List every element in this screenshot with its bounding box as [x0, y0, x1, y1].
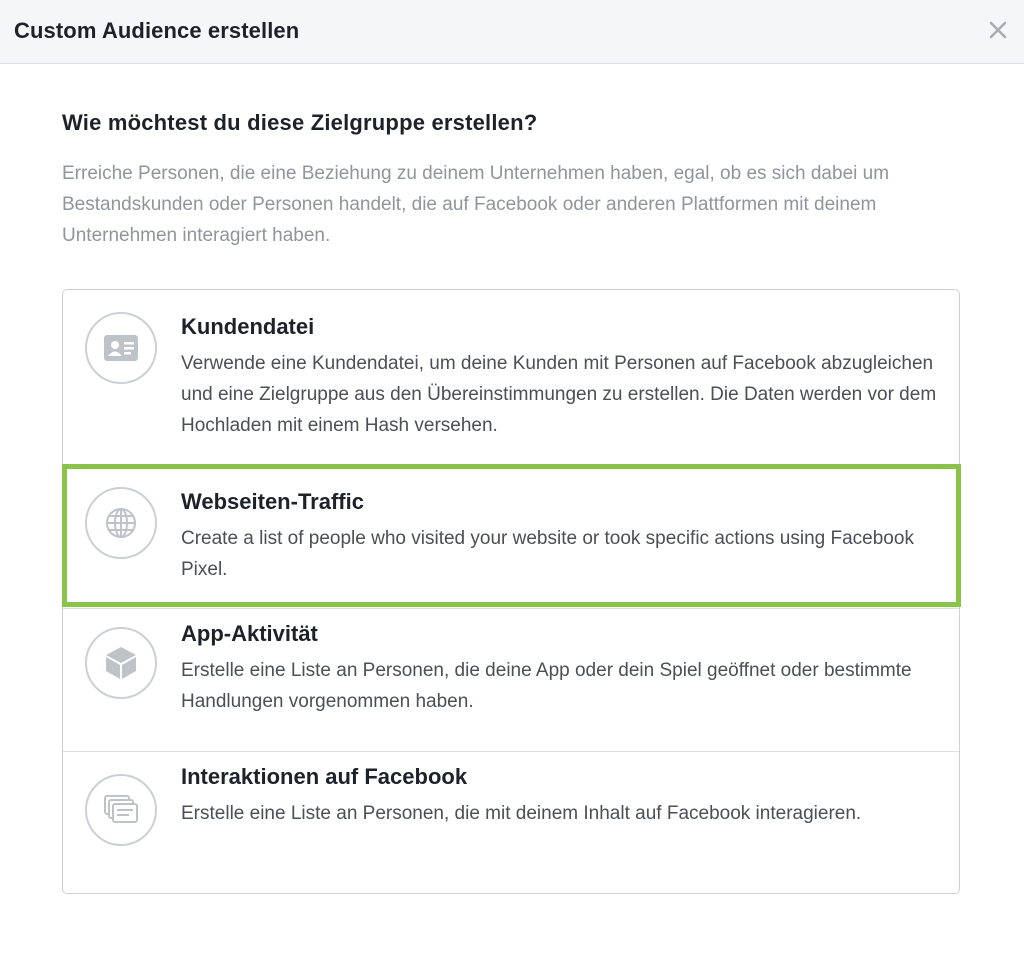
option-description: Create a list of people who visited your… [181, 528, 914, 580]
close-button[interactable] [986, 18, 1010, 42]
option-app-activity[interactable]: App-Aktivität Erstelle eine Liste an Per… [63, 609, 959, 751]
option-website-traffic[interactable]: Webseiten-Traffic Create a list of peopl… [63, 465, 959, 608]
option-title: App-Aktivität [181, 621, 318, 646]
audience-options-list: Kundendatei Verwende eine Kundendatei, u… [62, 289, 960, 894]
dialog-title: Custom Audience erstellen [14, 18, 300, 43]
globe-icon-circle [85, 487, 157, 559]
intro-description: Erreiche Personen, die eine Beziehung zu… [62, 163, 890, 246]
stacked-cards-icon-circle [85, 774, 157, 846]
option-facebook-engagement[interactable]: Interaktionen auf Facebook Erstelle eine… [63, 752, 959, 893]
close-icon [989, 21, 1007, 39]
globe-icon [106, 508, 136, 538]
question-heading: Wie möchtest du diese Zielgruppe erstell… [62, 110, 538, 135]
contact-card-icon [104, 335, 138, 361]
custom-audience-dialog: Custom Audience erstellen Wie möchtest d… [0, 0, 1024, 967]
option-description: Erstelle eine Liste an Personen, die dei… [181, 660, 912, 712]
option-description: Erstelle eine Liste an Personen, die mit… [181, 803, 862, 824]
option-title: Webseiten-Traffic [181, 489, 364, 514]
option-description: Verwende eine Kundendatei, um deine Kund… [181, 353, 937, 436]
option-customer-file[interactable]: Kundendatei Verwende eine Kundendatei, u… [63, 290, 959, 464]
option-title: Interaktionen auf Facebook [181, 764, 468, 789]
stacked-cards-icon [104, 795, 138, 823]
dialog-body: Wie möchtest du diese Zielgruppe erstell… [62, 64, 962, 251]
contact-card-icon-circle [85, 312, 157, 384]
option-title: Kundendatei [181, 314, 315, 339]
cube-icon-circle [85, 627, 157, 699]
cube-icon [106, 647, 136, 679]
dialog-header: Custom Audience erstellen [0, 0, 1024, 64]
